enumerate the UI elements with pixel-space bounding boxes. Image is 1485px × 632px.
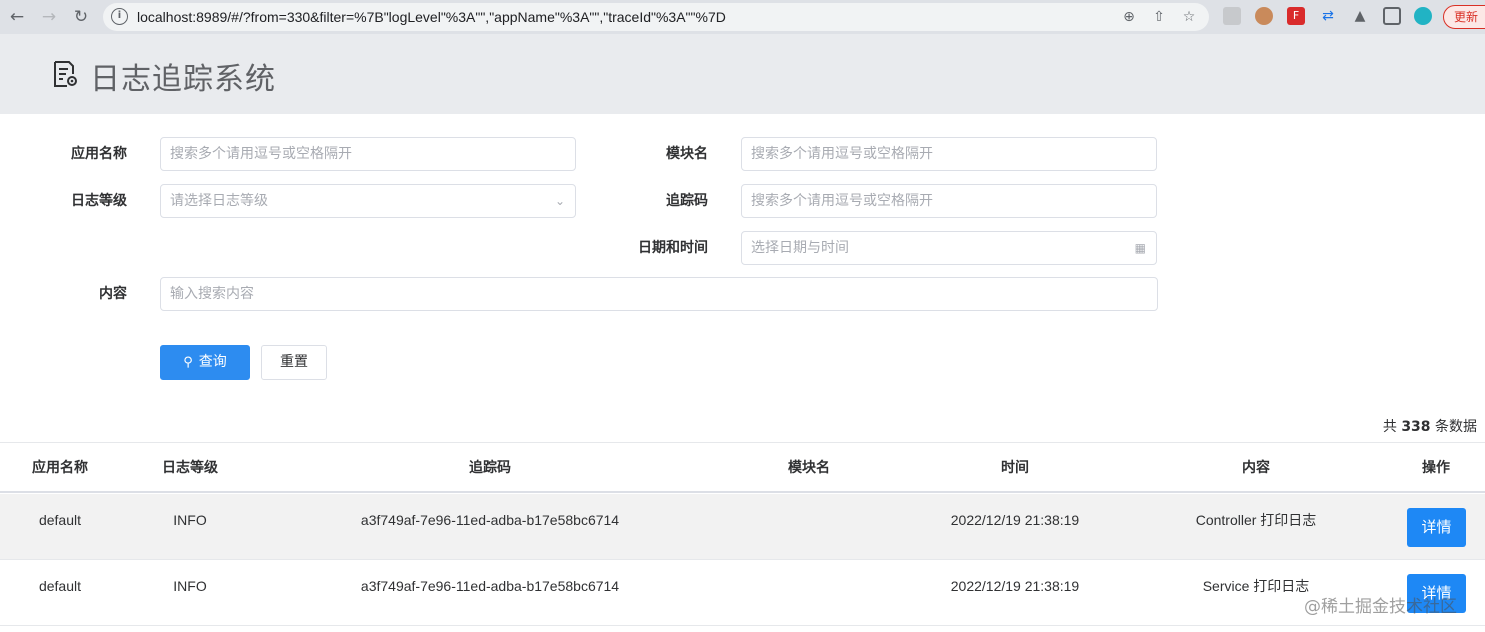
content-label: 内容 [99, 286, 127, 302]
column-header-app-name: 应用名称 [32, 460, 88, 476]
search-button-label: 查询 [198, 354, 227, 370]
result-count-number: 338 [1401, 419, 1431, 435]
cell-trace-id: a3f749af-7e96-11ed-adba-b17e58bc6714 [360, 512, 620, 528]
log-level-select[interactable]: 请选择日志等级 ⌄ [160, 184, 576, 218]
column-header-module: 模块名 [788, 460, 830, 476]
cell-app-name: default [38, 578, 82, 594]
share-icon[interactable]: ⇧ [1150, 8, 1168, 26]
log-settings-icon [54, 61, 77, 87]
datetime-placeholder: 选择日期与时间 [751, 240, 849, 256]
cell-time: 2022/12/19 21:38:19 [950, 578, 1080, 594]
column-header-content: 内容 [1242, 460, 1270, 476]
extension-avatar-icon[interactable] [1255, 7, 1273, 25]
site-info-icon[interactable]: i [111, 8, 128, 25]
cell-log-level: INFO [173, 512, 207, 528]
side-panel-icon[interactable] [1383, 7, 1401, 25]
column-header-time: 时间 [1001, 460, 1029, 476]
reload-icon[interactable]: ↻ [68, 4, 94, 30]
forward-icon[interactable]: → [36, 4, 62, 30]
detail-button[interactable]: 详情 [1407, 508, 1466, 547]
column-header-trace-id: 追踪码 [469, 460, 511, 476]
back-icon[interactable]: ← [4, 4, 30, 30]
extension-sync-icon[interactable]: ⇄ [1319, 7, 1337, 25]
trace-id-input[interactable]: 搜索多个请用逗号或空格隔开 [741, 184, 1157, 218]
bookmark-star-icon[interactable]: ☆ [1180, 8, 1198, 26]
cell-log-level: INFO [173, 578, 207, 594]
table-row: default INFO a3f749af-7e96-11ed-adba-b17… [0, 494, 1485, 560]
search-button[interactable]: ⚲ 查询 [160, 345, 250, 380]
url-text[interactable]: localhost:8989/#/?from=330&filter=%7B"lo… [137, 3, 726, 31]
address-bar[interactable]: i localhost:8989/#/?from=330&filter=%7B"… [103, 3, 1209, 31]
result-count-suffix: 条数据 [1435, 419, 1477, 435]
update-button[interactable]: 更新 [1443, 5, 1485, 29]
cell-app-name: default [38, 512, 82, 528]
table-header: 应用名称 日志等级 追踪码 模块名 时间 内容 操作 [0, 442, 1485, 493]
datetime-picker[interactable]: 选择日期与时间 ▦ [741, 231, 1157, 265]
cell-module [750, 494, 868, 546]
cell-content: Controller 打印日志 [1195, 512, 1317, 528]
app-name-label: 应用名称 [71, 146, 127, 162]
column-header-log-level: 日志等级 [162, 460, 218, 476]
cell-module [750, 560, 868, 612]
browser-toolbar: ← → ↻ i localhost:8989/#/?from=330&filte… [0, 0, 1485, 34]
extension-icon[interactable] [1223, 7, 1241, 25]
zoom-icon[interactable]: ⊕ [1120, 8, 1138, 26]
result-count: 共 338 条数据 [1383, 416, 1477, 436]
app-title: 日志追踪系统 [90, 62, 276, 97]
profile-avatar-icon[interactable] [1414, 7, 1432, 25]
extension-fe-icon[interactable]: F [1287, 7, 1305, 25]
module-name-label: 模块名 [666, 146, 708, 162]
trace-id-label: 追踪码 [666, 193, 708, 209]
calendar-icon: ▦ [1134, 241, 1146, 255]
table-row: default INFO a3f749af-7e96-11ed-adba-b17… [0, 560, 1485, 626]
reset-button[interactable]: 重置 [261, 345, 327, 380]
log-level-placeholder: 请选择日志等级 [170, 193, 268, 209]
extensions-puzzle-icon[interactable]: ▲ [1351, 7, 1369, 25]
cell-time: 2022/12/19 21:38:19 [950, 512, 1080, 528]
cell-trace-id: a3f749af-7e96-11ed-adba-b17e58bc6714 [360, 578, 620, 594]
app-name-input[interactable]: 搜索多个请用逗号或空格隔开 [160, 137, 576, 171]
datetime-label: 日期和时间 [638, 240, 708, 256]
app-header: 日志追踪系统 [0, 34, 1485, 114]
log-level-label: 日志等级 [71, 193, 127, 209]
result-count-prefix: 共 [1382, 419, 1397, 435]
module-name-input[interactable]: 搜索多个请用逗号或空格隔开 [741, 137, 1157, 171]
column-header-action: 操作 [1422, 460, 1450, 476]
content-input[interactable]: 输入搜索内容 [160, 277, 1158, 311]
watermark: @稀土掘金技术社区 [1304, 597, 1457, 617]
search-icon: ⚲ [183, 355, 193, 370]
chevron-down-icon: ⌄ [554, 194, 565, 208]
